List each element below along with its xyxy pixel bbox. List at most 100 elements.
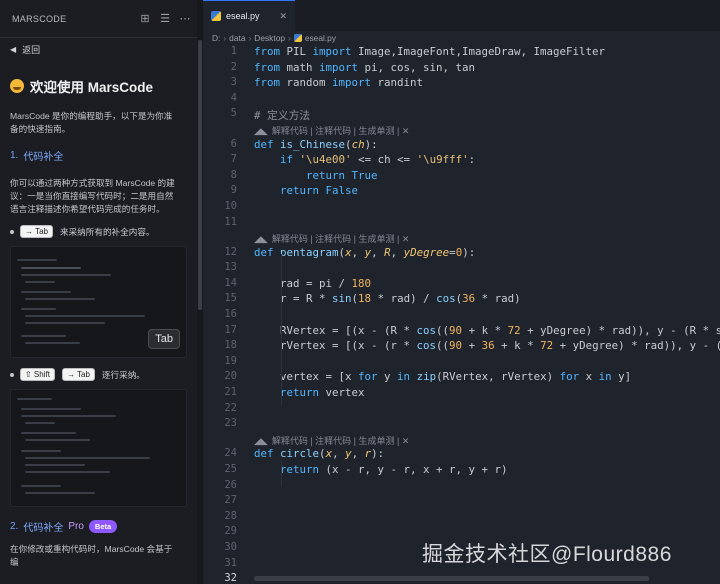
back-label: 返回	[22, 45, 41, 55]
code-lens-text[interactable]: 解释代码 | 注释代码 | 生成单测 | ✕	[272, 234, 410, 244]
line-number: 30	[224, 540, 237, 553]
line-number: 32	[224, 572, 237, 584]
section-1-description: 你可以通过两种方式获取到 MarsCode 的建议：一是当你直接编写代码时；二是…	[10, 178, 175, 214]
code-line[interactable]: rad = pi / 180	[254, 277, 371, 290]
line-number: 24	[224, 447, 237, 460]
line-number: 17	[224, 323, 237, 336]
line-number: 8	[230, 168, 237, 181]
line-number: 25	[224, 462, 237, 475]
marscode-icon: ◢◣	[254, 234, 268, 245]
line-number: 4	[230, 91, 237, 104]
shift-key: ⇧ Shift	[20, 368, 55, 381]
demo-screenshot-1: Tab	[10, 246, 187, 358]
code-line[interactable]: from PIL import Image,ImageFont,ImageDra…	[254, 45, 605, 58]
breadcrumb-separator-icon: ›	[223, 33, 227, 43]
more-icon[interactable]: ⋯	[177, 11, 193, 27]
breadcrumb-separator-icon: ›	[288, 33, 291, 43]
breadcrumb-data[interactable]: data	[229, 33, 245, 43]
code-line[interactable]: return True	[254, 169, 378, 182]
breadcrumb-drive[interactable]: D:	[212, 33, 220, 43]
line-number: 11	[224, 215, 237, 228]
line-number: 21	[224, 386, 237, 398]
line-number: 12	[224, 245, 237, 258]
tab-eseal-py[interactable]: eseal.py ✕	[203, 0, 295, 31]
line-number: 3	[230, 76, 237, 89]
breadcrumb: D: › data › Desktop › eseal.py	[203, 31, 720, 45]
bullet-accept-line: ⇧ Shift → Tab 逐行采纳。	[10, 368, 180, 381]
new-chat-icon[interactable]: ⊞	[137, 11, 153, 27]
line-number: 2	[230, 60, 237, 73]
tab-key: → Tab	[20, 225, 53, 238]
code-line[interactable]: from math import pi, cos, sin, tan	[254, 61, 475, 74]
intro-text: MarsCode 是你的编程助手，以下是为你准备的快速指南。	[10, 111, 173, 134]
close-tab-icon[interactable]: ✕	[279, 11, 287, 22]
line-number: 27	[224, 494, 237, 507]
python-file-icon	[211, 11, 221, 21]
code-line[interactable]: def pentagram(x, y, R, yDegree=0):	[254, 246, 475, 259]
horizontal-scrollbar[interactable]	[254, 576, 649, 581]
line-number: 13	[224, 261, 237, 274]
section-2-number: 2.	[10, 521, 19, 532]
python-file-icon	[293, 34, 302, 42]
beta-badge: Beta	[88, 520, 118, 533]
back-button[interactable]: ◀ 返回	[10, 41, 40, 58]
code-lens-text[interactable]: 解释代码 | 注释代码 | 生成单测 | ✕	[272, 436, 410, 446]
section-2-description: 在你修改或重构代码时，MarsCode 会基于编	[10, 544, 173, 567]
line-number: 19	[224, 354, 237, 367]
line-number: 18	[224, 339, 237, 352]
breadcrumb-separator-icon: ›	[248, 33, 252, 43]
pro-label: Pro	[68, 521, 84, 532]
line-number: 1	[230, 45, 237, 57]
line-number: 28	[224, 509, 237, 522]
code-line[interactable]: from random import randint	[254, 76, 423, 89]
section-1-label: 代码补全	[23, 152, 64, 163]
line-number: 16	[224, 308, 237, 320]
code-lens-actions[interactable]: ◢◣ 解释代码 | 注释代码 | 生成单测 | ✕	[254, 124, 409, 137]
code-lens-actions[interactable]: ◢◣ 解释代码 | 注释代码 | 生成单测 | ✕	[254, 434, 409, 447]
section-1-number: 1.	[10, 150, 19, 161]
code-line[interactable]: return (x - r, y - r, x + r, y + r)	[254, 463, 508, 476]
code-line[interactable]: return vertex	[254, 386, 365, 399]
tab-label: eseal.py	[226, 11, 260, 21]
history-icon[interactable]: ☰	[157, 11, 173, 27]
panel-header: MARSCODE ⊞ ☰ ⋯	[0, 0, 197, 38]
code-line[interactable]: def circle(x, y, r):	[254, 447, 384, 460]
marscode-icon: ◢◣	[254, 126, 268, 136]
bullet-2-text: 逐行采纳。	[101, 369, 145, 380]
code-line[interactable]: vertex = [x for y in zip(RVertex, rVerte…	[254, 370, 631, 383]
breadcrumb-desktop[interactable]: Desktop	[254, 33, 285, 43]
code-lens-actions[interactable]: ◢◣ 解释代码 | 注释代码 | 生成单测 | ✕	[254, 232, 409, 245]
bullet-accept-all: → Tab 来采纳所有的补全内容。	[10, 225, 180, 238]
code-line[interactable]: r = R * sin(18 * rad) / cos(36 * rad)	[254, 292, 521, 305]
code-line[interactable]: def is_Chinese(ch):	[254, 138, 378, 151]
breadcrumb-file[interactable]: eseal.py	[305, 33, 336, 43]
code-line[interactable]: rVertex = [(x - (r * cos((90 + 36 + k * …	[254, 339, 720, 352]
indent-guide	[281, 254, 282, 405]
welcome-title: 欢迎使用 MarsCode	[10, 76, 180, 96]
indent-guide	[281, 461, 282, 487]
marscode-panel: MARSCODE ⊞ ☰ ⋯ ◀ 返回 欢迎使用 MarsCode MarsCo…	[0, 0, 197, 584]
line-number: 20	[224, 370, 237, 383]
code-lens-text[interactable]: 解释代码 | 注释代码 | 生成单测 | ✕	[272, 126, 410, 136]
bullet-dot	[10, 229, 14, 234]
tab-key: → Tab	[61, 368, 95, 381]
line-number: 5	[230, 107, 237, 120]
code-line[interactable]: # 定义方法	[254, 107, 310, 123]
line-number: 15	[224, 292, 237, 305]
line-number: 22	[224, 401, 237, 414]
line-number: 9	[230, 184, 237, 197]
line-number: 14	[224, 276, 237, 289]
bullet-dot	[10, 372, 14, 377]
code-line[interactable]: return False	[254, 184, 358, 197]
code-editor: eseal.py ✕ D: › data › Desktop › eseal.p…	[203, 0, 720, 584]
line-number: 29	[224, 525, 237, 538]
line-number: 7	[230, 153, 237, 166]
panel-scrollbar-thumb[interactable]	[198, 40, 202, 310]
code-line[interactable]: if '\u4e00' <= ch <= '\u9fff':	[254, 153, 475, 166]
chevron-left-icon: ◀	[10, 45, 17, 54]
line-number: 31	[224, 556, 237, 569]
code-line[interactable]: RVertex = [(x - (R * cos((90 + k * 72 + …	[254, 324, 720, 337]
editor-tab-bar: eseal.py ✕	[203, 0, 720, 31]
tab-key-badge: Tab	[148, 329, 180, 349]
line-number: 6	[230, 137, 237, 150]
